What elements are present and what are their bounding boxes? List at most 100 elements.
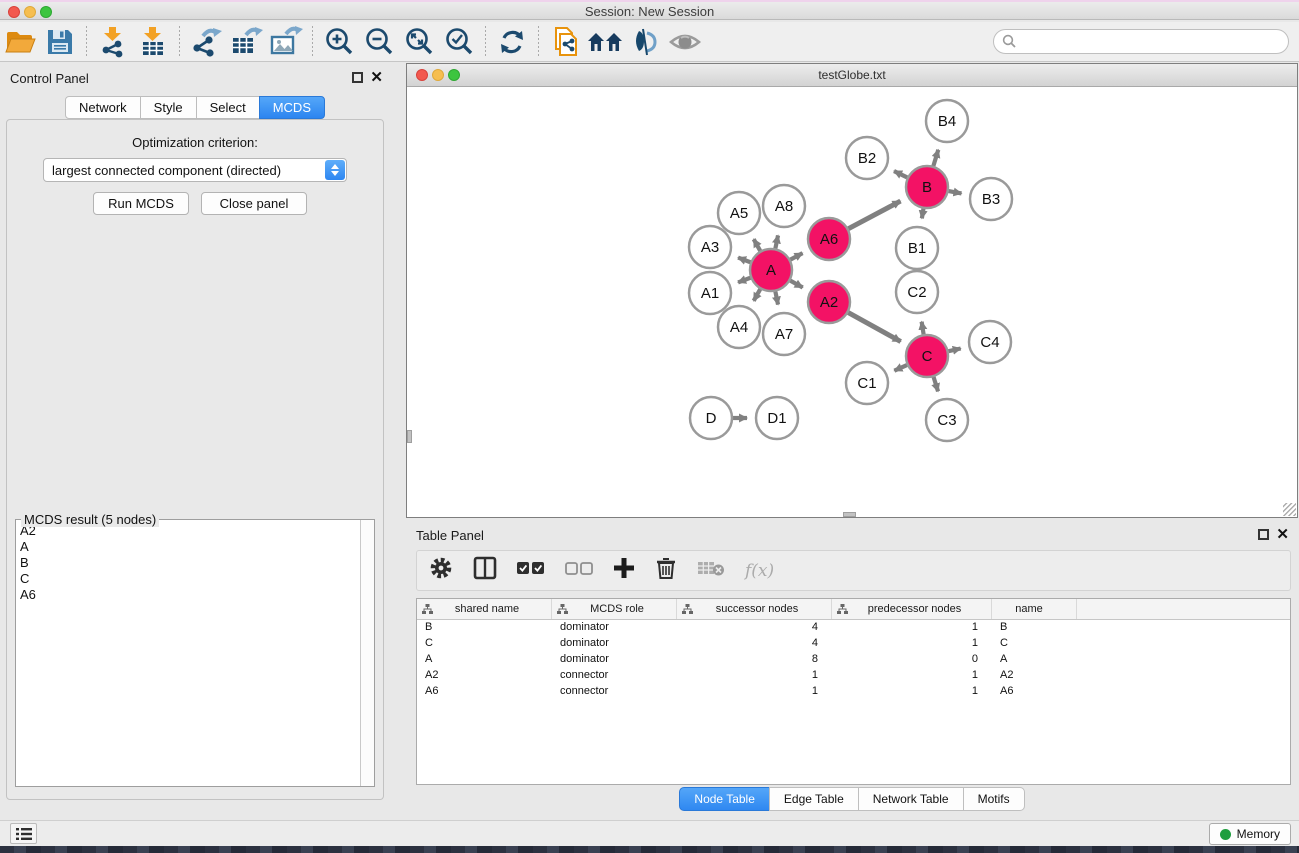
export-image-icon[interactable]: [266, 24, 306, 60]
tab-network-table[interactable]: Network Table: [858, 787, 964, 811]
table-cell[interactable]: A6: [992, 684, 1077, 700]
edge-A6-B[interactable]: [848, 201, 900, 229]
table-row[interactable]: A6connector11A6: [417, 684, 1290, 700]
node-A2[interactable]: A2: [808, 281, 850, 323]
node-C[interactable]: C: [906, 335, 948, 377]
delete-icon[interactable]: [655, 556, 677, 585]
result-item[interactable]: B: [20, 555, 360, 571]
table-row[interactable]: Adominator80A: [417, 652, 1290, 668]
edge-A-A7[interactable]: [775, 292, 778, 305]
import-network-icon[interactable]: [93, 24, 133, 60]
zoom-in-icon[interactable]: [319, 24, 359, 60]
node-B1[interactable]: B1: [896, 227, 938, 269]
table-cell[interactable]: dominator: [552, 652, 677, 668]
node-D[interactable]: D: [690, 397, 732, 439]
node-B[interactable]: B: [906, 166, 948, 208]
tab-select[interactable]: Select: [196, 96, 260, 119]
table-cell[interactable]: dominator: [552, 620, 677, 636]
zoom-selected-icon[interactable]: [439, 24, 479, 60]
table-header-row[interactable]: shared nameMCDS rolesuccessor nodesprede…: [417, 599, 1290, 620]
node-A[interactable]: A: [750, 249, 792, 291]
column-header[interactable]: name: [992, 599, 1077, 619]
tab-edge-table[interactable]: Edge Table: [769, 787, 859, 811]
node-C4[interactable]: C4: [969, 321, 1011, 363]
network-window-titlebar[interactable]: testGlobe.txt: [407, 64, 1297, 87]
edge-A-A3[interactable]: [738, 258, 750, 263]
mcds-result-list[interactable]: A2ABCA6: [16, 520, 360, 786]
eye-icon[interactable]: [665, 24, 705, 60]
export-table-icon[interactable]: [226, 24, 266, 60]
memory-button[interactable]: Memory: [1209, 823, 1291, 845]
edge-A-A5[interactable]: [754, 239, 761, 251]
table-cell[interactable]: 1: [677, 684, 832, 700]
close-table-panel-icon[interactable]: ✕: [1276, 525, 1289, 543]
deselect-all-icon[interactable]: [565, 561, 593, 581]
column-header[interactable]: shared name: [417, 599, 552, 619]
edge-C-C4[interactable]: [948, 349, 960, 352]
table-cell[interactable]: A: [992, 652, 1077, 668]
gear-icon[interactable]: [429, 556, 453, 585]
node-B2[interactable]: B2: [846, 137, 888, 179]
table-row[interactable]: Cdominator41C: [417, 636, 1290, 652]
vertical-scroll-thumb[interactable]: [407, 430, 412, 443]
zoom-fit-icon[interactable]: [399, 24, 439, 60]
search-field[interactable]: [993, 29, 1289, 54]
table-cell[interactable]: C: [417, 636, 552, 652]
horizontal-scroll-thumb[interactable]: [843, 512, 856, 517]
node-A5[interactable]: A5: [718, 192, 760, 234]
network-canvas[interactable]: B4B2BB3A5A8A6A3B1AA1C2A2A4A7C4CC1DD1C3: [407, 87, 1297, 517]
table-cell[interactable]: 4: [677, 636, 832, 652]
columns-icon[interactable]: [473, 556, 497, 585]
close-panel-icon[interactable]: ✕: [370, 68, 383, 86]
result-item[interactable]: C: [20, 571, 360, 587]
table-cell[interactable]: A6: [417, 684, 552, 700]
open-file-icon[interactable]: [0, 24, 40, 60]
table-cell[interactable]: dominator: [552, 636, 677, 652]
edge-A-A4[interactable]: [754, 289, 761, 301]
column-header[interactable]: predecessor nodes: [832, 599, 992, 619]
table-cell[interactable]: 0: [832, 652, 992, 668]
node-B4[interactable]: B4: [926, 100, 968, 142]
edge-C-C3[interactable]: [934, 377, 938, 391]
edge-A-A8[interactable]: [775, 235, 778, 248]
export-network-icon[interactable]: [186, 24, 226, 60]
result-item[interactable]: A6: [20, 587, 360, 603]
table-cell[interactable]: A2: [417, 668, 552, 684]
import-table-icon[interactable]: [133, 24, 173, 60]
table-cell[interactable]: 1: [832, 668, 992, 684]
table-cell[interactable]: B: [992, 620, 1077, 636]
node-A7[interactable]: A7: [763, 313, 805, 355]
tab-network[interactable]: Network: [65, 96, 141, 119]
node-A8[interactable]: A8: [763, 185, 805, 227]
table-cell[interactable]: 1: [677, 668, 832, 684]
edge-A-A2[interactable]: [790, 281, 802, 288]
home-icon[interactable]: [585, 24, 625, 60]
select-all-icon[interactable]: [517, 561, 545, 581]
table-cell[interactable]: connector: [552, 684, 677, 700]
table-cell[interactable]: 1: [832, 636, 992, 652]
float-panel-icon[interactable]: [352, 72, 363, 83]
clone-network-icon[interactable]: [545, 24, 585, 60]
node-D1[interactable]: D1: [756, 397, 798, 439]
edge-A-A1[interactable]: [738, 278, 750, 283]
node-A1[interactable]: A1: [689, 272, 731, 314]
node-C3[interactable]: C3: [926, 399, 968, 441]
column-header[interactable]: MCDS role: [552, 599, 677, 619]
table-cell[interactable]: 1: [832, 684, 992, 700]
tab-style[interactable]: Style: [140, 96, 197, 119]
result-item[interactable]: A: [20, 539, 360, 555]
table-cell[interactable]: C: [992, 636, 1077, 652]
table-cell[interactable]: 1: [832, 620, 992, 636]
edge-A2-C[interactable]: [848, 313, 900, 342]
float-table-panel-icon[interactable]: [1258, 529, 1269, 540]
node-table[interactable]: shared nameMCDS rolesuccessor nodesprede…: [416, 598, 1291, 785]
table-row[interactable]: Bdominator41B: [417, 620, 1290, 636]
column-header[interactable]: successor nodes: [677, 599, 832, 619]
tab-motifs[interactable]: Motifs: [963, 787, 1025, 811]
close-panel-button[interactable]: Close panel: [201, 192, 307, 215]
network-graph[interactable]: B4B2BB3A5A8A6A3B1AA1C2A2A4A7C4CC1DD1C3: [407, 87, 1297, 517]
table-cell[interactable]: B: [417, 620, 552, 636]
edge-C-C1[interactable]: [894, 365, 907, 371]
edge-A-A6[interactable]: [790, 253, 802, 259]
tab-mcds[interactable]: MCDS: [259, 96, 325, 119]
